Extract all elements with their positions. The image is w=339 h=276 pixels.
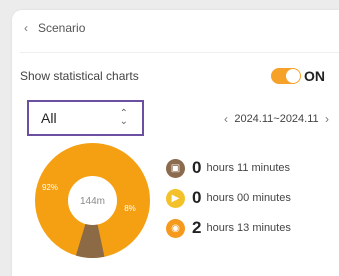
toggle-switch[interactable] <box>271 68 301 84</box>
legend-item-app: ◉ 2 hours 13 minutes <box>166 213 291 243</box>
legend-number: 0 <box>192 188 202 207</box>
updown-chevron-icon: ⌃ ⌄ <box>119 108 128 127</box>
statistical-charts-toggle[interactable]: ON <box>271 68 325 84</box>
donut-center-label: 144m <box>80 196 105 207</box>
usage-legend: ▣ 0 hours 11 minutes ▶ 0 hours 00 minute… <box>166 153 291 243</box>
back-chevron-icon[interactable]: ‹ <box>24 21 28 35</box>
legend-item-screen: ▣ 0 hours 11 minutes <box>166 153 291 183</box>
date-range-nav: ‹ 2024.11~2024.11 › <box>224 111 329 127</box>
legend-number: 0 <box>192 158 202 177</box>
statistical-charts-row: Show statistical charts ON <box>20 65 325 87</box>
header-divider <box>20 52 339 53</box>
donut-slice-label-minor: 8% <box>124 204 136 213</box>
legend-text: hours 00 minutes <box>206 192 291 204</box>
play-icon: ▶ <box>166 188 185 208</box>
legend-item-play: ▶ 0 hours 00 minutes <box>166 183 291 213</box>
next-period-icon[interactable]: › <box>325 112 329 126</box>
filter-select[interactable]: All ⌃ ⌄ <box>27 100 144 136</box>
prev-period-icon[interactable]: ‹ <box>224 112 228 126</box>
legend-text: hours 13 minutes <box>206 222 291 234</box>
page-title: Scenario <box>38 21 86 35</box>
screen-icon: ▣ <box>166 158 185 178</box>
date-range-text: 2024.11~2024.11 <box>234 113 319 125</box>
header-back[interactable]: ‹ Scenario <box>24 18 85 38</box>
filter-select-value: All <box>41 110 57 126</box>
legend-text: hours 11 minutes <box>206 162 291 174</box>
usage-donut-chart: 144m 92% 8% <box>35 143 150 258</box>
app-icon: ◉ <box>166 218 185 238</box>
statistical-charts-label: Show statistical charts <box>20 69 139 83</box>
donut-slice-label-main: 92% <box>42 183 58 192</box>
toggle-state-text: ON <box>304 68 325 84</box>
toggle-knob <box>286 69 300 83</box>
legend-number: 2 <box>192 218 202 237</box>
